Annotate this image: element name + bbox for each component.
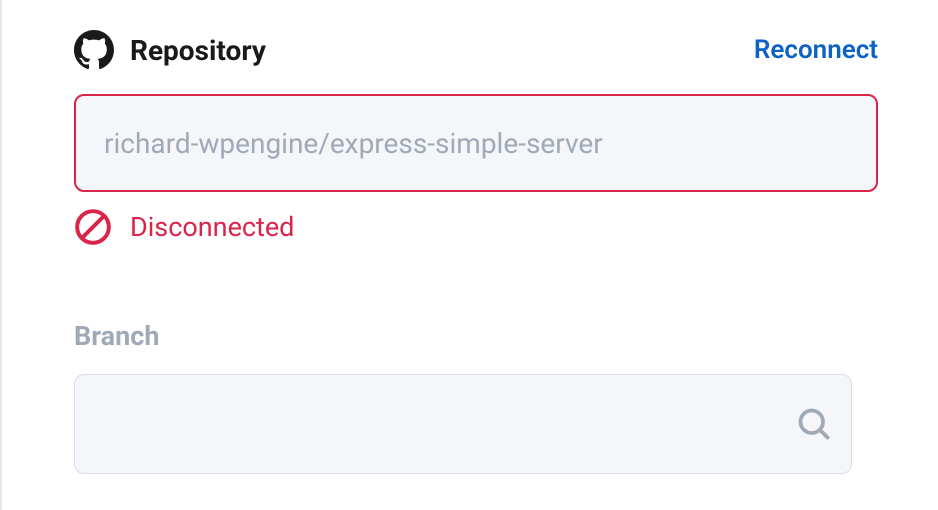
branch-label: Branch — [74, 320, 878, 352]
branch-input[interactable] — [74, 374, 852, 474]
github-icon — [74, 30, 114, 70]
repository-label: Repository — [130, 34, 266, 67]
search-icon[interactable] — [796, 406, 832, 442]
repository-header-left: Repository — [74, 30, 266, 70]
prohibit-icon — [74, 208, 112, 246]
repository-header: Repository Reconnect — [74, 30, 878, 70]
repository-status: Disconnected — [74, 208, 878, 246]
reconnect-button[interactable]: Reconnect — [754, 35, 878, 65]
branch-input-wrapper — [74, 374, 852, 474]
settings-panel: Repository Reconnect Disconnected Branch — [2, 0, 938, 474]
status-text: Disconnected — [130, 211, 294, 243]
branch-section: Branch — [74, 320, 878, 474]
repository-input[interactable] — [74, 94, 878, 192]
